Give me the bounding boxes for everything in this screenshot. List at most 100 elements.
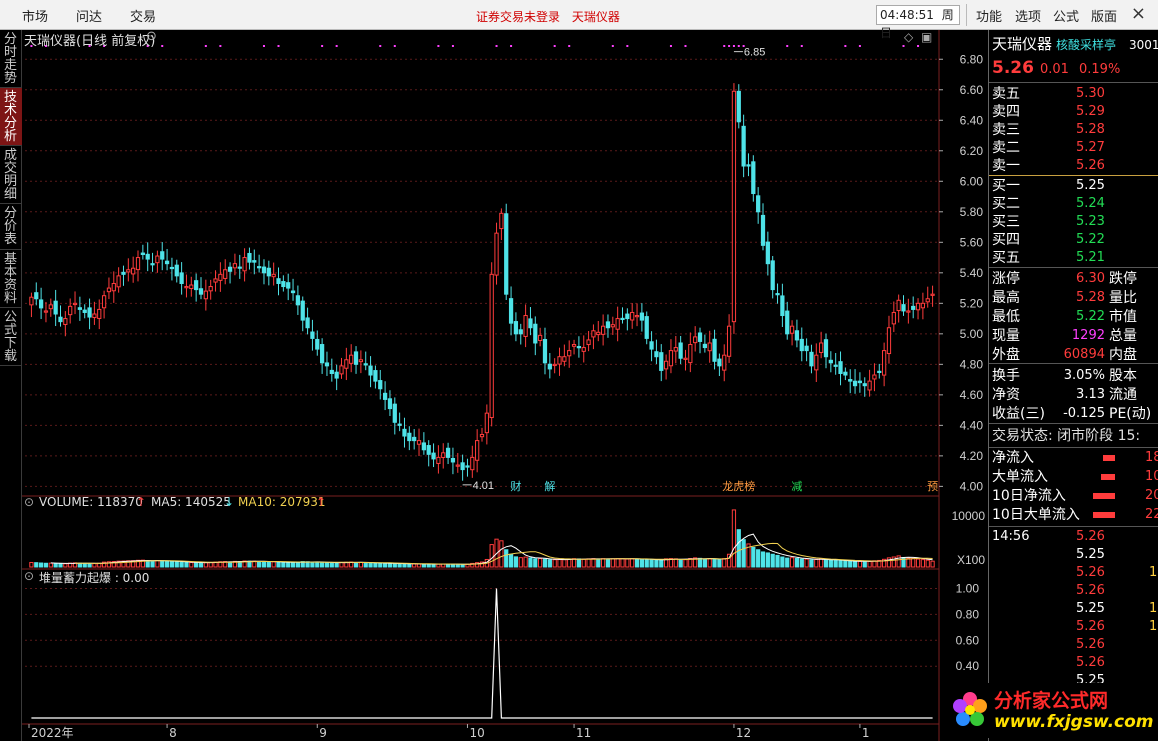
candle-body (412, 436, 417, 442)
candle-body (930, 293, 935, 296)
volume-bar (756, 549, 761, 568)
volume-bar (203, 562, 208, 568)
menu-function[interactable]: 功能 (976, 6, 1002, 25)
candle-body (523, 315, 528, 337)
candle-body (397, 423, 402, 426)
tab-basic-info[interactable]: 基本资料 (0, 250, 22, 308)
candle-body (717, 358, 722, 367)
y-tick-label: 4.20 (960, 449, 984, 463)
candle-body (518, 329, 523, 335)
volume-bar (378, 562, 383, 568)
menu-layout[interactable]: 版面 (1091, 6, 1117, 25)
signal-dot (451, 45, 454, 47)
stat-label-2: PE(动) (1109, 406, 1152, 422)
candle-body (659, 352, 664, 371)
candle-body (266, 267, 271, 277)
candle-body (131, 267, 136, 275)
event-tag: 减 (791, 480, 802, 493)
vol-panel-icon[interactable]: ⊙ (24, 495, 34, 509)
stat-label-2: 流通 (1109, 387, 1137, 403)
candle-body (290, 290, 296, 294)
volume-bar (382, 562, 388, 568)
candle-body (562, 356, 567, 362)
panel-toggle-icon[interactable]: ▣ (921, 30, 932, 44)
chevron-down-icon[interactable]: ⊙ (146, 29, 157, 44)
signal-dot (742, 45, 745, 47)
close-icon[interactable]: × (1131, 3, 1146, 24)
menu-options[interactable]: 选项 (1015, 6, 1041, 25)
stat-value: 5.28 (1076, 290, 1105, 305)
candle-body (756, 195, 761, 213)
chart-area[interactable]: 6.80 6.60 6.40 6.20 6.00 5.80 5.60 5.40 5.20 5.00… (22, 29, 988, 741)
bid-price: 5.23 (1076, 214, 1105, 229)
y-tick-label: 5.40 (960, 266, 984, 280)
candle-body (455, 464, 460, 467)
candle-body (223, 269, 228, 279)
flow-value: 20 (1145, 488, 1158, 503)
candle-body (915, 302, 921, 311)
volume-bar (765, 552, 770, 568)
candle-body (770, 260, 775, 291)
x-tick-label: 12 (736, 726, 751, 740)
candle-body (257, 266, 262, 269)
event-tag: 龙虎榜 (722, 479, 755, 493)
arrow-up-icon: ↑ (316, 495, 327, 509)
candle-body (785, 310, 790, 335)
candle-body (315, 338, 320, 350)
signal-dot (723, 45, 726, 47)
volume-bar (416, 563, 422, 568)
menu-market[interactable]: 市场 (22, 6, 48, 25)
tab-price-table[interactable]: 分价表 (0, 204, 22, 250)
tab-formula-download[interactable]: 公式下载 (0, 308, 22, 366)
indicator-panel-icon[interactable]: ⊙ (24, 569, 34, 583)
candle-body (475, 440, 480, 461)
volume-bar (644, 559, 649, 568)
divider (989, 82, 1158, 83)
diamond-icon[interactable]: ◇ (904, 30, 913, 44)
volume-bar (48, 562, 53, 568)
stat-value: -0.125 (1063, 406, 1105, 421)
indicator-tick-label: 1.00 (956, 581, 980, 595)
candle-body (431, 452, 436, 460)
volume-bar (164, 560, 170, 568)
tick-price: 5.25 (1076, 547, 1105, 562)
candle-body (373, 370, 378, 382)
volume-bar (504, 549, 509, 568)
menu-trade[interactable]: 交易 (130, 6, 156, 25)
volume-bar (867, 560, 872, 568)
volume-bar (353, 562, 359, 568)
candle-body (421, 442, 426, 451)
concept-tag[interactable]: 核酸采样亭 (1056, 36, 1116, 54)
candle-body (513, 321, 519, 335)
candle-body (925, 298, 930, 303)
signal-dot (626, 45, 629, 47)
tab-technical-analysis[interactable]: 技术分析 (0, 88, 22, 146)
candle-body (160, 251, 165, 260)
candle-body (542, 338, 548, 364)
candle-body (882, 350, 887, 376)
volume-bar (702, 558, 707, 568)
stock-code: 300165 (1129, 38, 1158, 52)
candle-body (731, 90, 737, 323)
login-status-text: 证券交易未登录 (476, 10, 561, 24)
candle-body (358, 359, 363, 363)
clock: 04:48:51 周日 (876, 5, 960, 40)
y-tick-label: 6.20 (960, 144, 984, 158)
candle-body (106, 287, 112, 293)
volume-bar (257, 560, 262, 568)
candle-body (150, 263, 155, 266)
candle-body (828, 359, 833, 364)
menu-wenda[interactable]: 问达 (76, 6, 102, 25)
candle-body (416, 440, 422, 445)
tab-intraday[interactable]: 分时走势 (0, 30, 22, 88)
candle-body (901, 304, 906, 312)
tab-trade-detail[interactable]: 成交明细 (0, 146, 22, 204)
candle-body (271, 273, 276, 278)
volume-bar (760, 551, 766, 568)
kline-chart-svg[interactable]: 6.80 6.60 6.40 6.20 6.00 5.80 5.60 5.40 5.20 5.00… (22, 30, 988, 741)
menu-formula[interactable]: 公式 (1053, 6, 1079, 25)
volume-bar (615, 558, 620, 568)
candle-body (261, 266, 267, 274)
signal-dot (277, 45, 280, 47)
ask-label: 卖二 (992, 140, 1020, 156)
